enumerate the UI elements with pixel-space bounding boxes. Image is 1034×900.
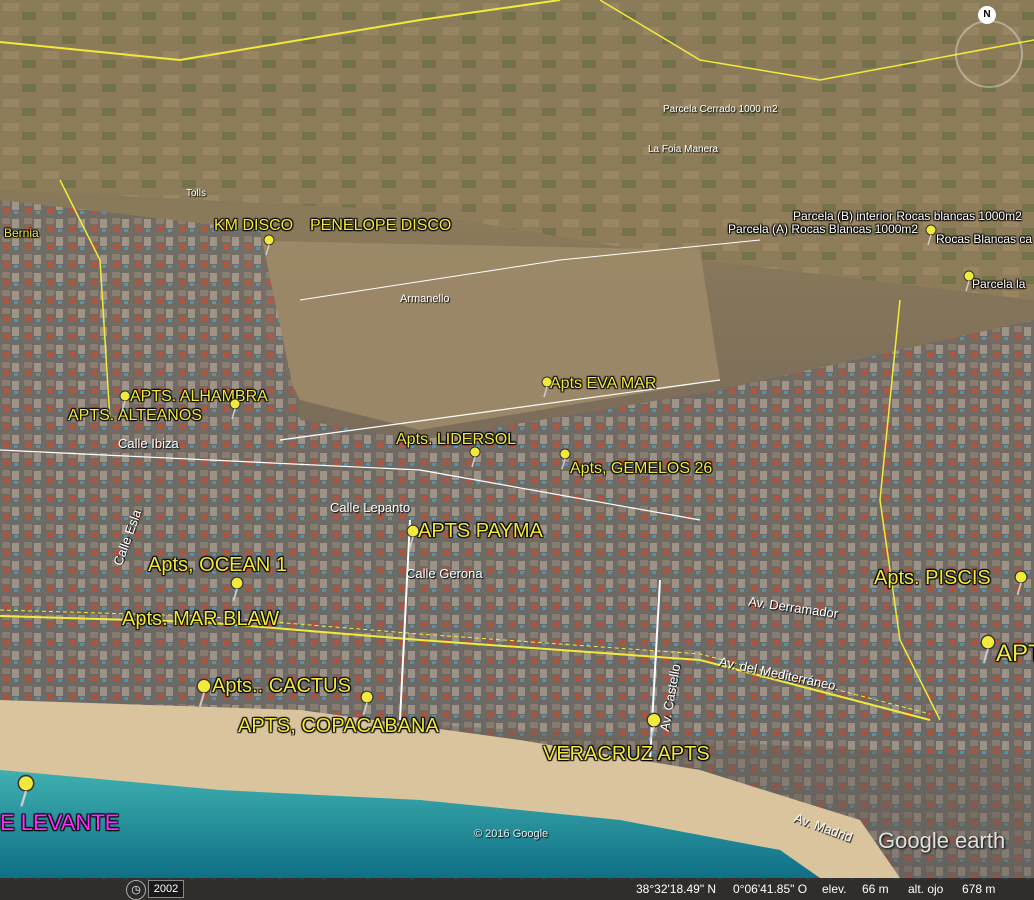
imagery-year[interactable]: 2002	[148, 880, 184, 898]
latitude-readout: 38°32'18.49" N	[636, 882, 717, 896]
label-apts-gemelos[interactable]: Apts, GEMELOS 26	[570, 460, 712, 478]
label-parcela-la[interactable]: Parcela la	[972, 277, 1025, 291]
label-apts-alhambra[interactable]: APTS. ALHAMBRA	[130, 388, 268, 406]
street-calle-ibiza: Calle Ibiza	[118, 436, 179, 451]
pushpin-icon[interactable]	[924, 224, 938, 246]
label-apts-piscis[interactable]: Apts. PISCIS	[874, 567, 991, 590]
label-km-disco[interactable]: KM DISCO	[214, 217, 293, 235]
label-apts-cactus[interactable]: Apts.. CACTUS	[212, 675, 351, 698]
label-apts-eva-mar[interactable]: Apts EVA MAR	[550, 375, 656, 393]
navigation-compass[interactable]	[955, 20, 1023, 88]
pushpin-icon[interactable]	[962, 270, 976, 292]
label-apts-payma[interactable]: APTS PAYMA	[418, 520, 543, 543]
pushpin-icon[interactable]	[1012, 570, 1030, 596]
copyright-text: © 2016 Google	[474, 828, 549, 840]
label-penelope-disco[interactable]: PENELOPE DISCO	[310, 217, 451, 235]
label-parcela-small[interactable]: Parcela Cerrado 1000 m2	[663, 104, 778, 115]
pushpin-icon[interactable]	[262, 234, 276, 256]
pushpin-icon[interactable]	[358, 690, 376, 716]
elevation-label: elev.	[822, 882, 847, 896]
street-calle-lepanto: Calle Lepanto	[330, 500, 411, 515]
label-apts-copacabana[interactable]: APTS, COPACABANA	[238, 715, 439, 738]
pushpin-icon[interactable]	[978, 634, 998, 664]
pushpin-icon[interactable]	[14, 774, 38, 808]
longitude-readout: 0°06'41.85" O	[733, 882, 808, 896]
label-la-foia: La Foia Manera	[648, 144, 719, 155]
google-earth-logo: Google earth	[878, 828, 1006, 853]
pushpin-icon[interactable]	[558, 448, 572, 470]
pushpin-icon[interactable]	[644, 712, 664, 742]
eye-alt-readout: 678 m	[962, 882, 996, 896]
north-indicator[interactable]: N	[978, 6, 996, 24]
label-parcela-b[interactable]: Parcela (B) interior Rocas blancas 1000m…	[793, 209, 1022, 223]
label-apts-mar-blaw[interactable]: Apts. MAR BLAW	[122, 608, 279, 631]
label-bernia[interactable]: Bernia	[4, 226, 39, 240]
label-tolls: Tolls	[186, 188, 207, 199]
label-armanello[interactable]: Armanello	[400, 293, 450, 305]
pushpin-icon[interactable]	[228, 576, 246, 602]
pushpin-icon[interactable]	[468, 446, 482, 468]
pushpin-icon[interactable]	[228, 398, 242, 420]
label-veracruz-apts[interactable]: VERACRUZ APTS	[543, 743, 710, 766]
pushpin-icon[interactable]	[540, 376, 554, 398]
street-calle-gerona: Calle Gerona	[406, 566, 483, 581]
elevation-readout: 66 m	[862, 882, 889, 896]
eye-alt-label: alt. ojo	[908, 882, 944, 896]
pushpin-icon[interactable]	[194, 678, 214, 708]
label-apts-lidersol[interactable]: Apts. LIDERSOL	[396, 431, 516, 449]
historical-imagery-icon[interactable]: ◷	[126, 880, 146, 900]
label-parcela-a[interactable]: Parcela (A) Rocas Blancas 1000m2	[728, 222, 918, 236]
label-apts-alteanos[interactable]: APTS. ALTEANOS	[68, 407, 202, 425]
label-rocas-blancas[interactable]: Rocas Blancas ca	[936, 232, 1032, 246]
label-apts-ocean[interactable]: Apts, OCEAN 1	[148, 554, 287, 577]
pushpin-icon[interactable]	[118, 390, 132, 412]
label-apts-edge[interactable]: APT	[996, 640, 1034, 668]
label-levante[interactable]: E LEVANTE	[0, 810, 119, 836]
pushpin-icon[interactable]	[404, 524, 422, 550]
